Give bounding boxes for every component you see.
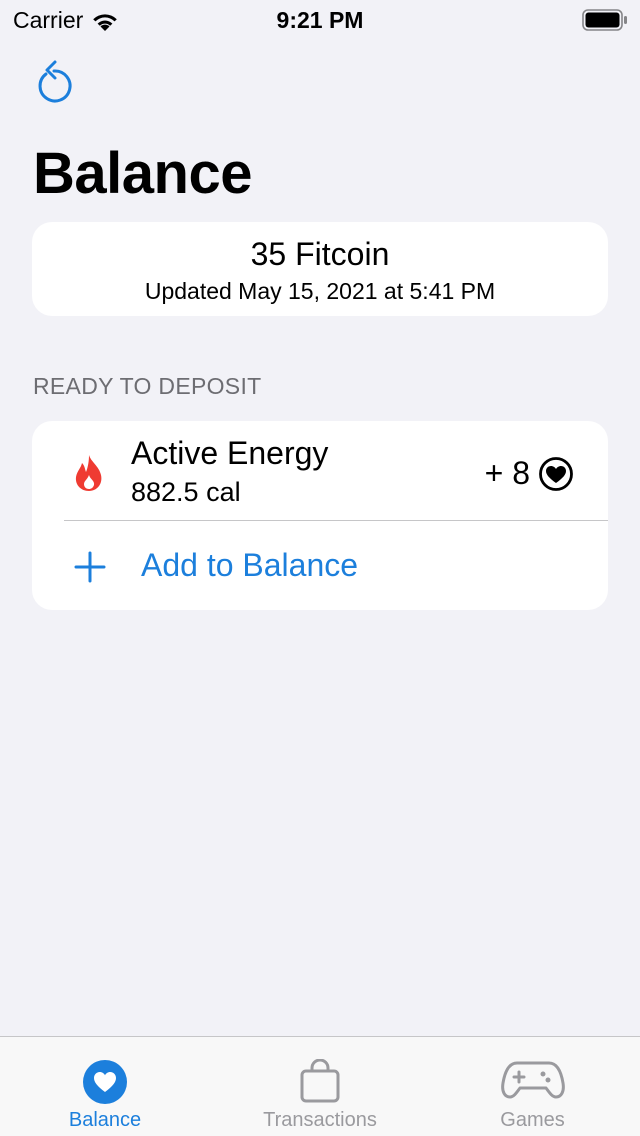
deposit-section-header: READY TO DEPOSIT bbox=[33, 373, 262, 399]
reward-amount: + 8 bbox=[484, 455, 530, 491]
tab-balance-label: Balance bbox=[68, 1109, 142, 1131]
tab-games-label: Games bbox=[500, 1109, 565, 1131]
deposit-reward: + 8 bbox=[485, 455, 574, 492]
battery-icon bbox=[582, 9, 627, 31]
tab-transactions-label: Transactions bbox=[263, 1109, 377, 1131]
status-bar: Carrier 9:21 PM bbox=[0, 0, 640, 40]
refresh-icon bbox=[38, 60, 72, 103]
add-to-balance-label: Add to Balance bbox=[141, 547, 359, 583]
refresh-button[interactable] bbox=[30, 58, 78, 106]
heart-icon bbox=[83, 1060, 127, 1104]
balance-card: 35 Fitcoin Updated May 15, 2021 at 5:41 … bbox=[32, 222, 608, 316]
balance-amount: 35 Fitcoin bbox=[250, 236, 390, 272]
active-energy-title: Active Energy bbox=[131, 435, 329, 471]
bag-icon bbox=[300, 1059, 340, 1103]
status-time: 9:21 PM bbox=[276, 7, 364, 33]
balance-screen: Carrier 9:21 PM Balance 35 Fitcoin Updat… bbox=[0, 0, 640, 1136]
active-energy-value: 882.5 cal bbox=[131, 477, 241, 507]
heart-coin-icon bbox=[539, 456, 573, 491]
plus-icon bbox=[74, 551, 106, 583]
deposit-card: Active Energy 882.5 cal + 8 Add to Balan… bbox=[32, 421, 608, 610]
add-to-balance-button[interactable]: Add to Balance bbox=[32, 521, 608, 610]
flame-icon bbox=[75, 455, 102, 491]
tab-bar: Balance Transactions Games bbox=[0, 1036, 640, 1136]
page-title: Balance bbox=[33, 141, 252, 206]
tab-balance[interactable]: Balance bbox=[40, 1037, 170, 1136]
balance-updated-timestamp: Updated May 15, 2021 at 5:41 PM bbox=[144, 278, 496, 304]
gamecontroller-icon bbox=[500, 1061, 565, 1099]
tab-games[interactable]: Games bbox=[470, 1037, 595, 1136]
tab-transactions[interactable]: Transactions bbox=[240, 1037, 400, 1136]
